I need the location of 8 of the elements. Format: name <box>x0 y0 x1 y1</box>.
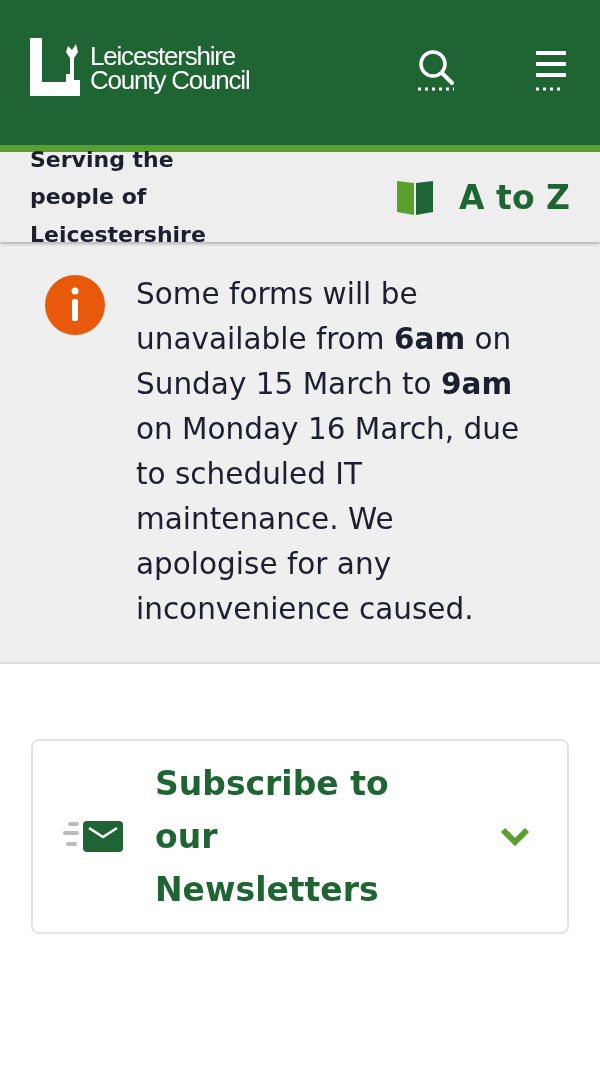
info-icon <box>45 275 105 335</box>
maintenance-notice: Some forms will be unavailable from 6am on Sunday 15 March to 9am on Monday 16 March, due to scheduled IT maintenance. We apologise for any inconvenience caused. <box>136 276 521 628</box>
logo-text[interactable]: Leicestershire County Council <box>90 43 250 92</box>
a-to-z-link[interactable]: A to Z <box>397 177 570 217</box>
book-icon <box>397 179 434 215</box>
tagline: Serving the people of Leicestershire <box>30 145 207 249</box>
newsletter-toggle[interactable]: Subscribe to our Newsletters <box>31 739 569 934</box>
mail-icon <box>63 819 125 854</box>
